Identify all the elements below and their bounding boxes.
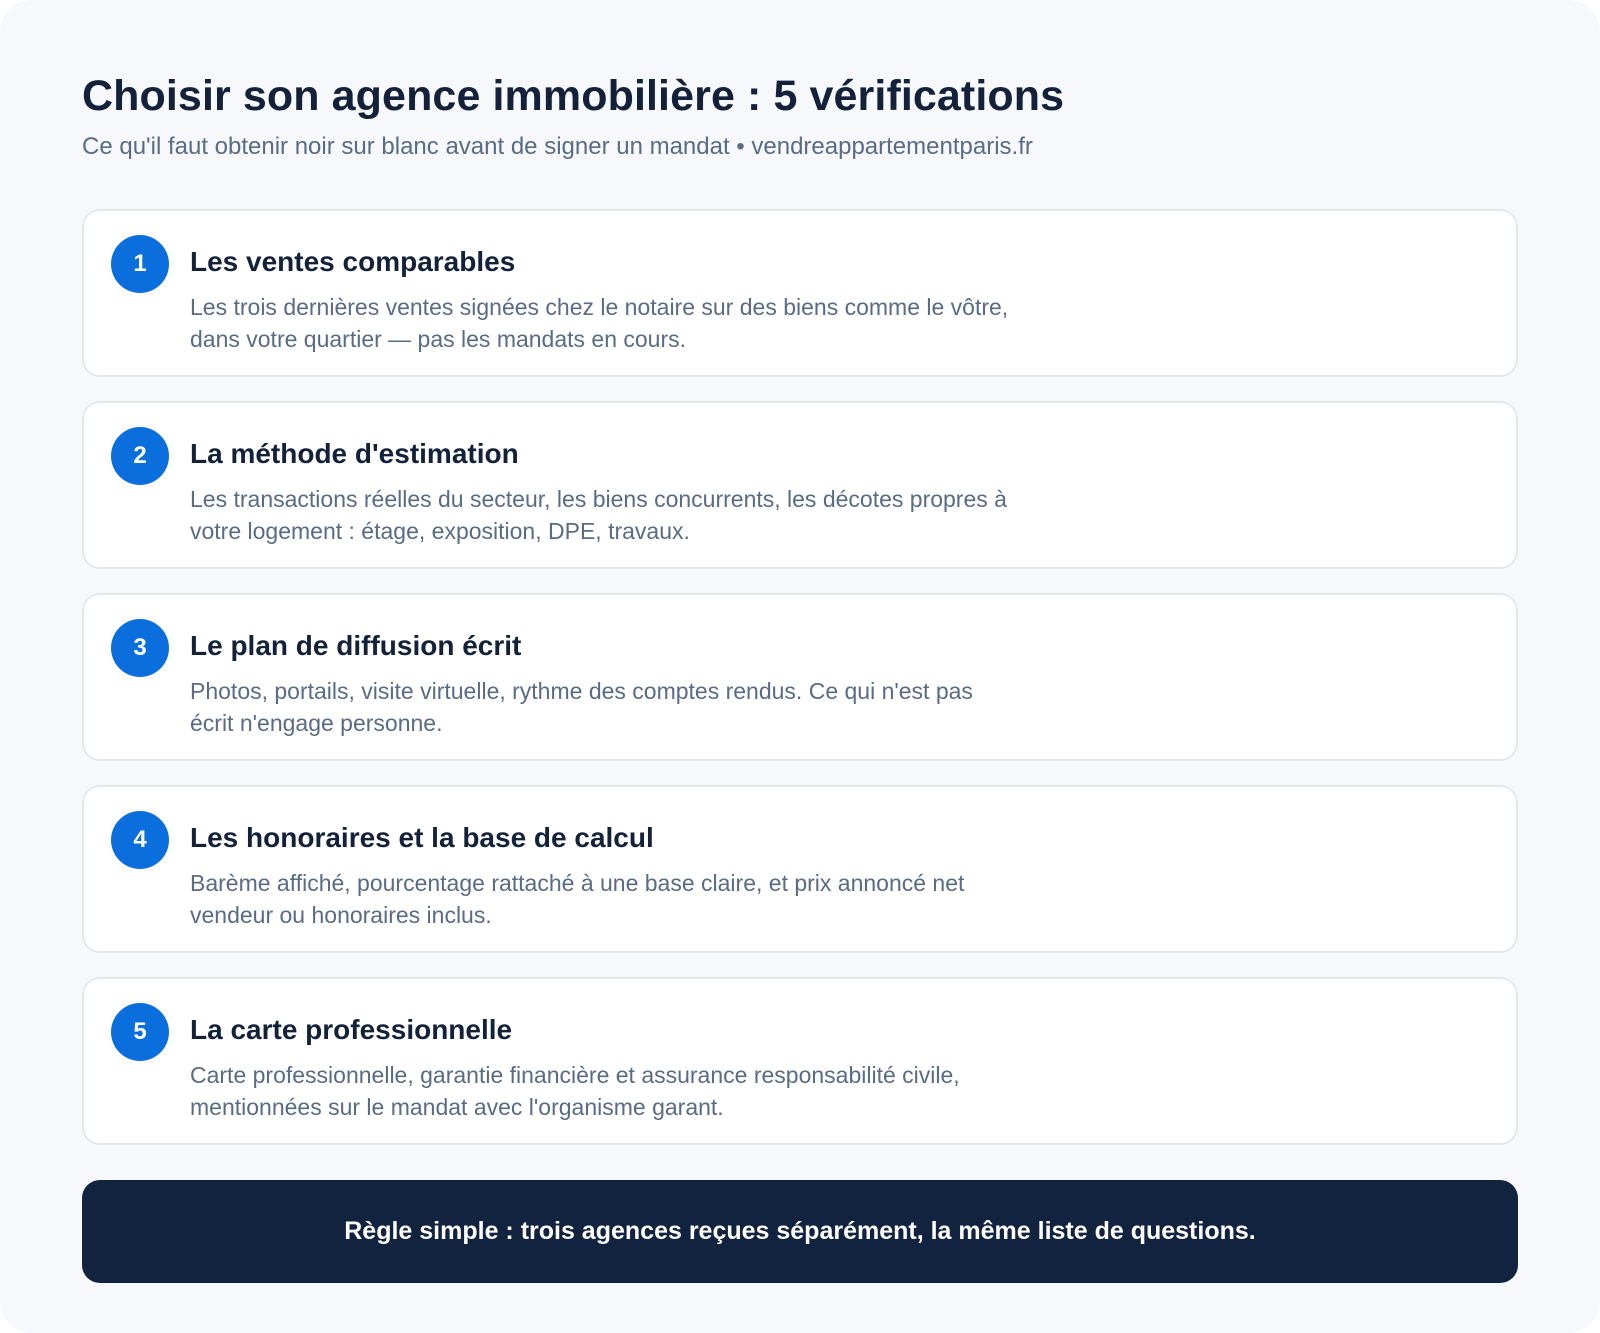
checklist-item-3: 3 Le plan de diffusion écrit Photos, por… xyxy=(82,593,1518,761)
item-description: Photos, portails, visite virtuelle, ryth… xyxy=(190,678,973,736)
step-number-badge: 5 xyxy=(111,1003,169,1061)
item-title: La carte professionnelle xyxy=(190,1014,513,1045)
page-subtitle: Ce qu'il faut obtenir noir sur blanc ava… xyxy=(82,133,1033,160)
checklist-item-4: 4 Les honoraires et la base de calcul Ba… xyxy=(82,785,1518,953)
step-number-badge: 4 xyxy=(111,811,169,869)
checklist-item-2: 2 La méthode d'estimation Les transactio… xyxy=(82,401,1518,569)
checklist: 1 Les ventes comparables Les trois derni… xyxy=(82,209,1518,1145)
item-title: Les ventes comparables xyxy=(190,246,516,277)
step-number-badge: 2 xyxy=(111,427,169,485)
item-description: Barème affiché, pourcentage rattaché à u… xyxy=(190,870,965,928)
item-description: Les transactions réelles du secteur, les… xyxy=(190,486,1007,544)
item-description: Carte professionnelle, garantie financiè… xyxy=(190,1062,960,1120)
checklist-item-5: 5 La carte professionnelle Carte profess… xyxy=(82,977,1518,1145)
item-title: Les honoraires et la base de calcul xyxy=(190,822,654,853)
step-number-badge: 3 xyxy=(111,619,169,677)
step-number-badge: 1 xyxy=(111,235,169,293)
item-title: Le plan de diffusion écrit xyxy=(190,630,522,661)
page-title: Choisir son agence immobilière : 5 vérif… xyxy=(82,72,1065,120)
checklist-item-1: 1 Les ventes comparables Les trois derni… xyxy=(82,209,1518,377)
item-title: La méthode d'estimation xyxy=(190,438,519,469)
checklist-card: Choisir son agence immobilière : 5 vérif… xyxy=(0,0,1600,1333)
item-description: Les trois dernières ventes signées chez … xyxy=(190,294,1009,352)
rule-banner: Règle simple : trois agences reçues sépa… xyxy=(82,1180,1518,1283)
